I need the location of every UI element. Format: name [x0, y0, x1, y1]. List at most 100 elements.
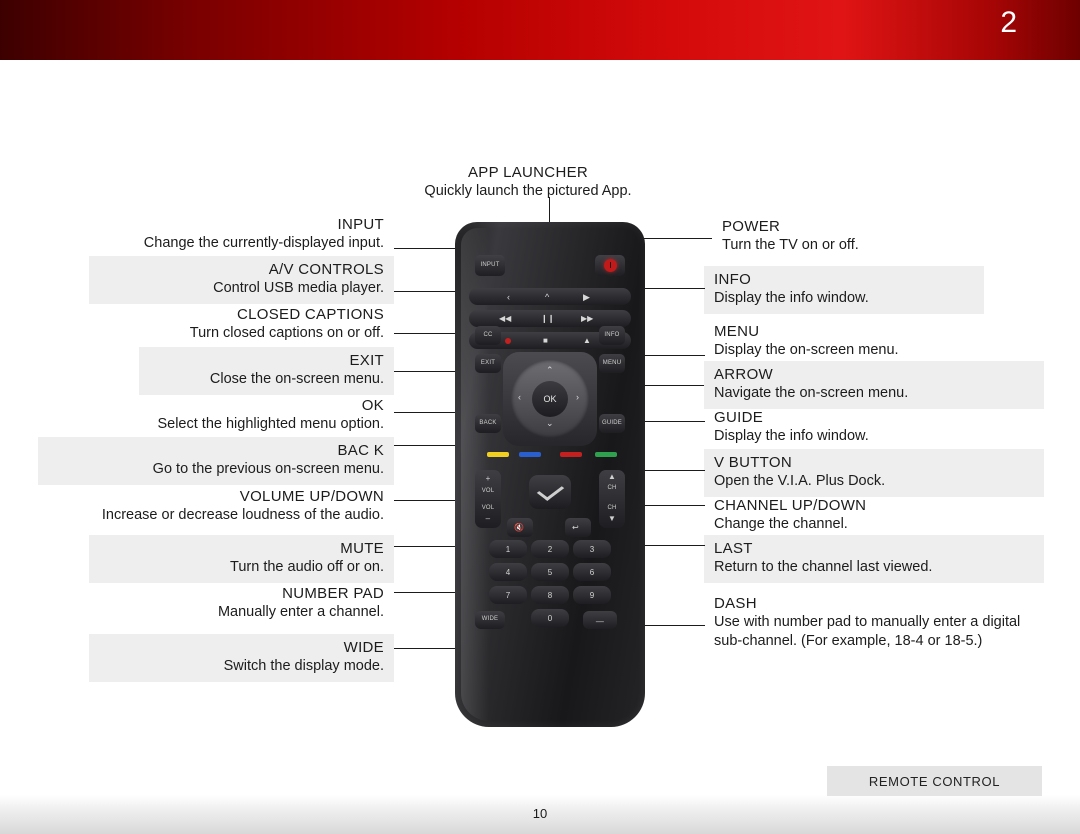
remote-menu-label: MENU [602, 360, 622, 366]
callout-desc: Navigate the on-screen menu. [714, 385, 909, 401]
arrow-left-icon: ‹ [518, 392, 521, 402]
numpad-key[interactable]: 3 [573, 540, 611, 558]
page-header-band: 2 [0, 0, 1080, 60]
numpad-key[interactable]: 4 [489, 563, 527, 581]
numpad-key[interactable]: 6 [573, 563, 611, 581]
callout-title: VOLUME UP/DOWN [239, 488, 384, 505]
callout-input: INPUT Change the currently-displayed inp… [44, 211, 394, 259]
remote-wide-label: WIDE [481, 616, 499, 622]
callout-power: POWER Turn the TV on or off. [712, 213, 1012, 261]
callout-title: CLOSED CAPTIONS [236, 306, 384, 323]
callout-volume: VOLUME UP/DOWN Increase or decrease loud… [54, 483, 394, 531]
callout-title: WIDE [343, 639, 384, 656]
remote-back-label: BACK [479, 420, 497, 426]
callout-desc: Return to the channel last viewed. [714, 559, 933, 575]
volume-up-icon: + [485, 474, 491, 483]
mute-icon: 🔇 [514, 523, 524, 532]
remote-cc-label: CC [483, 332, 493, 338]
numpad-key[interactable]: 9 [573, 586, 611, 604]
callout-wide: WIDE Switch the display mode. [89, 634, 394, 682]
callout-last: LAST Return to the channel last viewed. [704, 535, 1044, 583]
callout-title: APP LAUNCHER [467, 164, 589, 181]
callout-back: BAC K Go to the previous on-screen menu. [38, 437, 394, 485]
callout-desc: Turn the TV on or off. [722, 237, 859, 253]
remote-top-bar[interactable] [469, 288, 631, 305]
callout-closed-captions: CLOSED CAPTIONS Turn closed captions on … [64, 301, 394, 349]
eject-icon: ▲ [583, 336, 591, 345]
callout-desc: Switch the display mode. [223, 658, 384, 674]
rewind-icon: ◀◀ [499, 314, 512, 323]
remote-control-illustration: INPUT ‹ ^ ▶ ◀◀ ❙❙ ▶▶ ■ ▲ CC INFO OK ⌃ ⌄ … [455, 222, 645, 727]
callout-desc: Change the currently-displayed input. [143, 235, 384, 251]
callout-title: GUIDE [714, 409, 764, 426]
callout-title: LAST [714, 540, 753, 557]
remote-vol-down-label: VOL [481, 505, 495, 511]
callout-title: BAC K [337, 442, 384, 459]
leader-line-channel [640, 505, 705, 506]
callout-title: POWER [722, 218, 781, 235]
numpad-key[interactable]: 0 [531, 609, 569, 627]
remote-ok-button[interactable]: OK [532, 381, 568, 417]
volume-down-icon: – [485, 514, 491, 523]
numpad-key[interactable]: 8 [531, 586, 569, 604]
remote-input-label: INPUT [480, 262, 500, 268]
callout-title: EXIT [349, 352, 384, 369]
arrow-up-icon: ⌃ [546, 365, 554, 375]
callout-title: MENU [714, 323, 760, 340]
record-icon [505, 338, 511, 344]
header-chapter-number: 2 [1000, 6, 1018, 39]
callout-desc: Use with number pad to manually enter a … [714, 614, 1021, 649]
callout-desc: Select the highlighted menu option. [157, 416, 384, 432]
dash-icon: — [595, 617, 605, 626]
leader-line-arrow [640, 385, 704, 386]
callout-av-controls: A/V CONTROLS Control USB media player. [89, 256, 394, 304]
stop-icon: ■ [543, 336, 548, 345]
callout-ok: OK Select the highlighted menu option. [54, 392, 394, 440]
callout-info: INFO Display the info window. [704, 266, 984, 314]
numpad-key[interactable]: 1 [489, 540, 527, 558]
remote-guide-label: GUIDE [601, 420, 622, 426]
callout-title: INFO [714, 271, 752, 288]
callout-menu: MENU Display the on-screen menu. [704, 318, 1004, 366]
numpad-key[interactable]: 5 [531, 563, 569, 581]
callout-desc: Display the info window. [714, 428, 869, 444]
callout-title: OK [361, 397, 384, 414]
remote-blue-key[interactable] [519, 452, 541, 457]
callout-desc: Display the on-screen menu. [714, 342, 899, 358]
chevron-up-icon: ^ [545, 292, 550, 302]
channel-down-icon: ▼ [607, 514, 617, 523]
callout-v-button: V BUTTON Open the V.I.A. Plus Dock. [704, 449, 1044, 497]
play-icon: ▶ [583, 292, 590, 302]
callout-desc: Close the on-screen menu. [209, 371, 384, 387]
callout-desc: Turn closed captions on or off. [189, 325, 384, 341]
callout-desc: Change the channel. [714, 516, 848, 532]
numpad-key[interactable]: 2 [531, 540, 569, 558]
remote-green-key[interactable] [595, 452, 617, 457]
remote-yellow-key[interactable] [487, 452, 509, 457]
callout-title: MUTE [340, 540, 384, 557]
callout-dash: DASH Use with number pad to manually ent… [704, 590, 1034, 657]
callout-title: NUMBER PAD [282, 585, 384, 602]
channel-up-icon: ▲ [607, 472, 617, 481]
callout-desc: Increase or decrease loudness of the aud… [101, 507, 384, 523]
remote-red-key[interactable] [560, 452, 582, 457]
callout-mute: MUTE Turn the audio off or on. [89, 535, 394, 583]
callout-desc: Open the V.I.A. Plus Dock. [714, 473, 886, 489]
fast-forward-icon: ▶▶ [581, 314, 594, 323]
callout-title: DASH [714, 595, 757, 612]
callout-desc: Display the info window. [714, 290, 869, 306]
callout-desc: Manually enter a channel. [217, 604, 384, 620]
callout-desc: Turn the audio off or on. [230, 559, 384, 575]
remote-v-button[interactable] [529, 475, 571, 509]
callout-title: A/V CONTROLS [268, 261, 384, 278]
remote-info-label: INFO [604, 332, 620, 338]
footer-section-tab: REMOTE CONTROL [827, 766, 1042, 796]
callout-title: INPUT [337, 216, 384, 233]
numpad-key[interactable]: 7 [489, 586, 527, 604]
power-icon [604, 259, 617, 272]
last-channel-icon: ↩ [572, 523, 579, 532]
callout-title: ARROW [714, 366, 773, 383]
arrow-down-icon: ⌄ [546, 418, 554, 428]
remote-ch-down-label: CH [607, 505, 617, 511]
v-chevron-icon [536, 479, 564, 501]
